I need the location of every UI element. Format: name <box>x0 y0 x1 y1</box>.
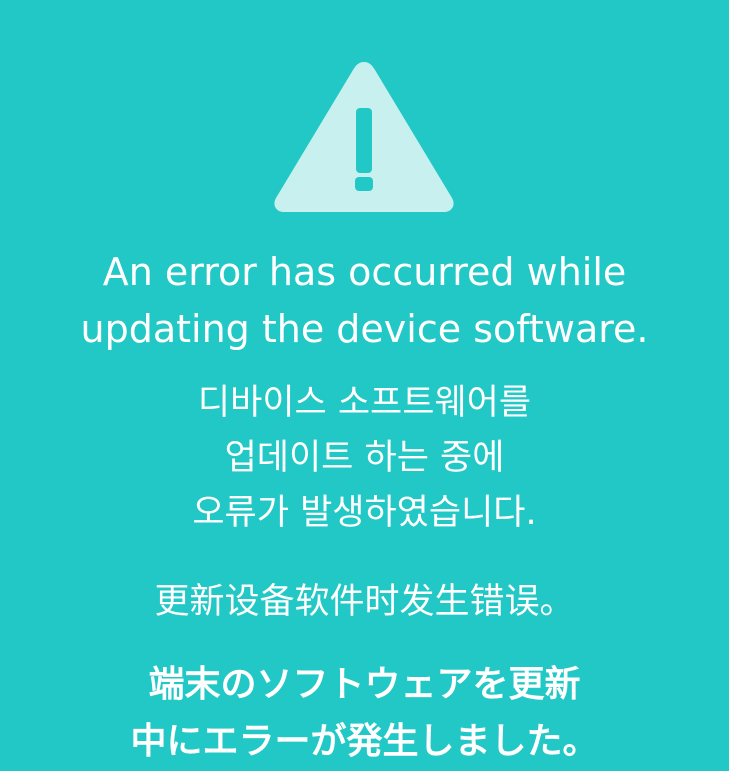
error-message-korean: 디바이스 소프트웨어를 업데이트 하는 중에 오류가 발생하였습니다. <box>0 376 729 541</box>
error-message-korean-line-2: 업데이트 하는 중에 <box>224 438 505 478</box>
error-message-japanese-line-1: 端末のソフトウェアを更新 <box>148 664 581 705</box>
error-message-english: An error has occurred while updating the… <box>0 244 729 358</box>
error-screen: An error has occurred while updating the… <box>0 0 729 771</box>
error-message-korean-line-3: 오류가 발생하였습니다. <box>192 493 537 533</box>
error-message-japanese: 端末のソフトウェアを更新 中にエラーが発生しました。 <box>0 656 729 770</box>
error-message-korean-line-1: 디바이스 소프트웨어를 <box>197 383 532 423</box>
error-message-japanese-line-2: 中にエラーが発生しました。 <box>130 721 599 762</box>
warning-icon <box>270 56 458 214</box>
error-message-chinese-line-1: 更新设备软件时发生错误。 <box>154 582 575 622</box>
error-message-english-line-2: updating the device software. <box>80 307 649 351</box>
error-message-chinese: 更新设备软件时发生错误。 <box>0 576 729 628</box>
error-message-english-line-1: An error has occurred while <box>102 250 627 294</box>
